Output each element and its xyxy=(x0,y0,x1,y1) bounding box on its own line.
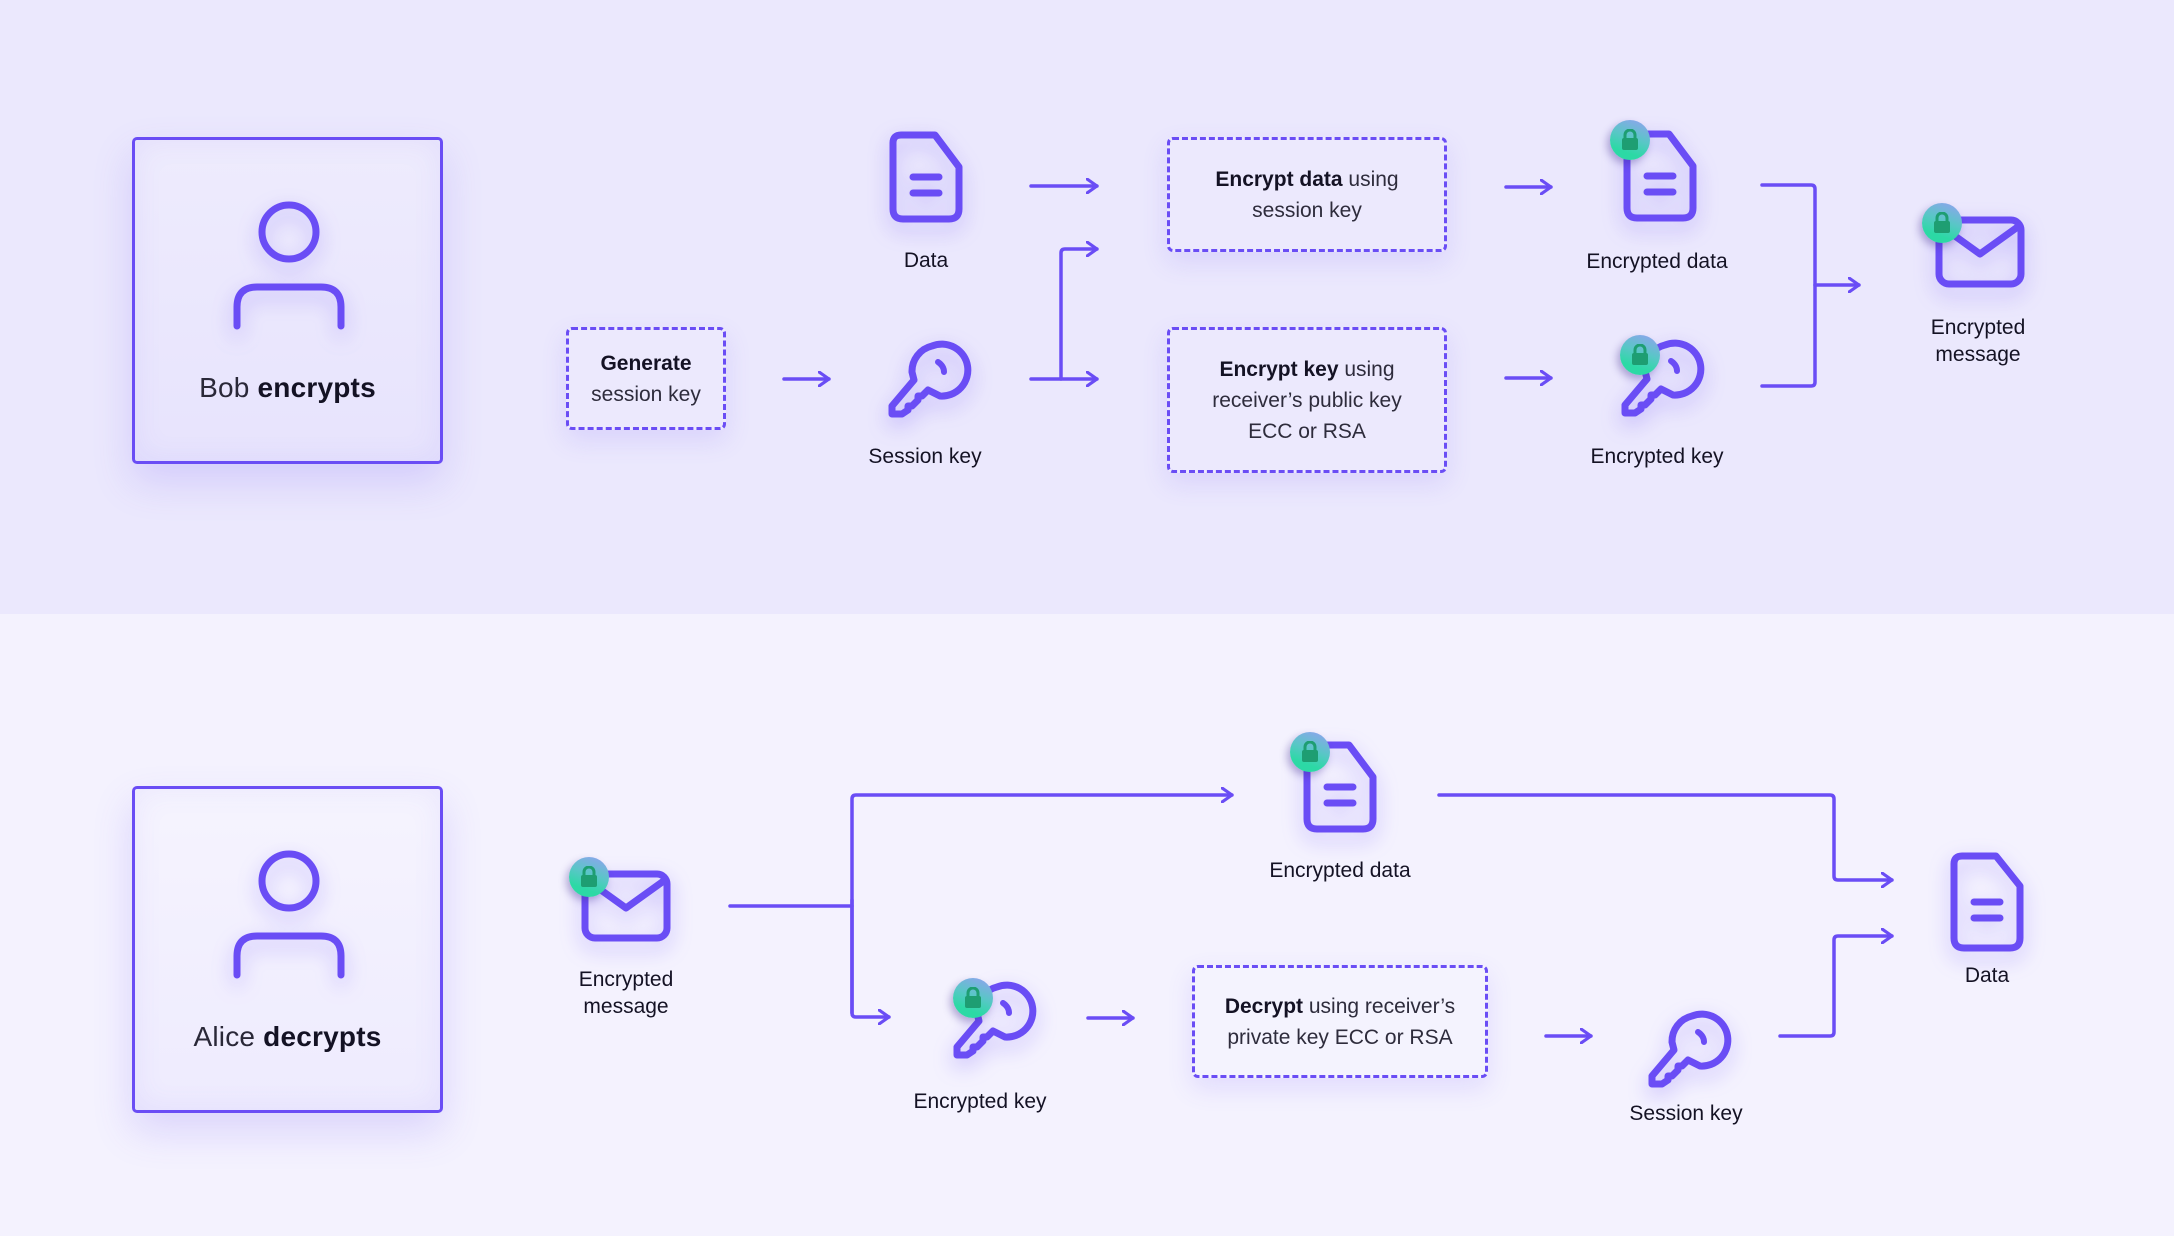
alice-actor-card: Alice decrypts xyxy=(132,786,443,1113)
lock-icon xyxy=(1302,741,1318,762)
decrypt-step: Decrypt using receiver’s private key ECC… xyxy=(1192,965,1488,1078)
document-icon xyxy=(1950,852,2024,952)
actor-name: Alice xyxy=(193,1021,256,1052)
encrypt-key-step: Encrypt key using receiver’s public key … xyxy=(1167,327,1447,473)
lock-icon xyxy=(1934,212,1950,233)
lock-badge-icon xyxy=(1922,203,1962,243)
encrypted-data-label: Encrypted data xyxy=(1586,250,1728,273)
branch-to-encrypted-key xyxy=(850,898,891,1017)
lock-icon xyxy=(581,866,597,887)
lock-icon xyxy=(965,987,981,1008)
label-line-2: message xyxy=(583,995,669,1018)
step-line-2: private key ECC or RSA xyxy=(1227,1025,1453,1049)
session-key-label: Session key xyxy=(1629,1102,1743,1125)
step-title: Encrypt key xyxy=(1219,357,1339,381)
lock-badge-icon xyxy=(1610,120,1650,160)
lock-badge-icon xyxy=(1290,732,1330,772)
step-line-2: receiver’s public key xyxy=(1212,388,1402,412)
lock-badge-icon xyxy=(1620,335,1660,375)
line-session-key-to-data xyxy=(1778,936,1894,1038)
encrypt-data-step: Encrypt data using session key xyxy=(1167,137,1447,252)
step-line-1: Encrypt data using xyxy=(1215,164,1398,195)
bracket-merge xyxy=(1760,183,1817,388)
person-icon xyxy=(233,201,345,330)
step-text: using xyxy=(1338,357,1395,381)
step-line-2: session key xyxy=(1252,198,1362,222)
bob-actor-label: Bob encrypts xyxy=(135,372,440,404)
branch-to-encrypted-data xyxy=(850,795,1234,1015)
step-title: Generate xyxy=(600,351,692,375)
step-line-1: Decrypt using receiver’s xyxy=(1225,991,1455,1022)
label-line-1: Encrypted xyxy=(578,968,674,991)
key-icon xyxy=(888,340,972,418)
encrypted-message-label: Encrypted message xyxy=(579,966,674,1020)
lock-icon xyxy=(1622,129,1638,150)
document-icon xyxy=(889,131,963,223)
step-text: using receiver’s xyxy=(1303,994,1456,1018)
label-line-1: Encrypted xyxy=(1930,316,2026,339)
line-encrypted-data-to-data xyxy=(1437,793,1894,880)
lock-badge-icon xyxy=(953,978,993,1018)
actor-action: encrypts xyxy=(257,372,376,403)
step-text: session key xyxy=(591,382,701,406)
encrypted-key-label: Encrypted key xyxy=(913,1090,1047,1113)
actor-action: decrypts xyxy=(263,1021,382,1052)
label-line-2: message xyxy=(1935,343,2021,366)
lock-badge-icon xyxy=(569,857,609,897)
encrypted-message-label: Encrypted message xyxy=(1931,314,2026,368)
actor-name: Bob xyxy=(199,372,250,403)
encrypted-key-label: Encrypted key xyxy=(1590,445,1724,468)
bob-actor-card: Bob encrypts xyxy=(132,137,443,464)
person-icon xyxy=(233,850,345,979)
key-icon xyxy=(1648,1010,1732,1088)
step-title: Decrypt xyxy=(1224,994,1304,1018)
generate-session-key-step: Generate session key xyxy=(566,327,726,430)
step-title: Encrypt data xyxy=(1215,167,1343,191)
session-key-label: Session key xyxy=(868,445,982,468)
step-line-1: Encrypt key using xyxy=(1212,354,1401,385)
data-label: Data xyxy=(1964,964,2010,987)
encrypted-data-label: Encrypted data xyxy=(1269,859,1411,882)
lock-icon xyxy=(1632,344,1648,365)
alice-actor-label: Alice decrypts xyxy=(135,1021,440,1053)
step-line-3: ECC or RSA xyxy=(1248,419,1366,443)
branch-session-key-to-encrypt-data xyxy=(1059,249,1099,381)
step-text: using xyxy=(1342,167,1399,191)
data-label: Data xyxy=(903,249,949,272)
